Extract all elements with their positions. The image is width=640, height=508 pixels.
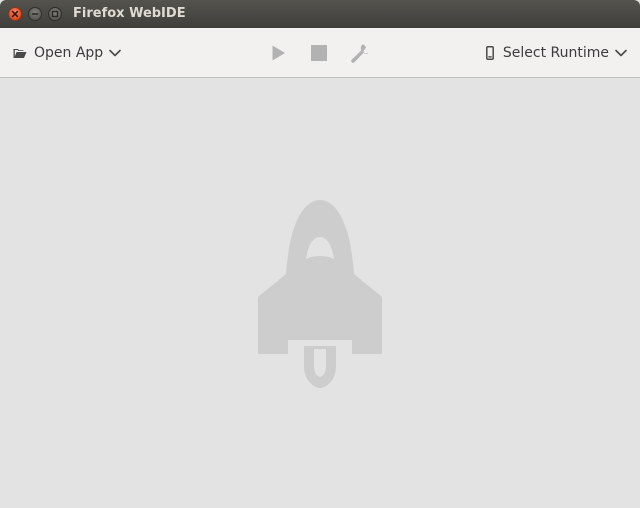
close-button[interactable] xyxy=(8,7,22,21)
play-icon xyxy=(272,45,285,61)
select-runtime-button[interactable]: Select Runtime xyxy=(485,43,627,63)
stop-icon xyxy=(311,45,327,61)
phone-icon xyxy=(485,46,494,60)
minimize-button[interactable] xyxy=(28,7,42,21)
chevron-down-icon xyxy=(615,49,627,57)
maximize-button[interactable] xyxy=(48,7,62,21)
toolbar: Open App Select Runtime xyxy=(0,28,640,78)
maximize-icon xyxy=(51,10,59,18)
chevron-down-icon xyxy=(109,49,122,57)
close-icon xyxy=(11,10,19,18)
window-title: Firefox WebIDE xyxy=(73,6,186,21)
main-content xyxy=(0,78,640,508)
title-bar[interactable]: Firefox WebIDE xyxy=(0,0,640,28)
open-app-label: Open App xyxy=(34,45,104,61)
select-runtime-label: Select Runtime xyxy=(502,45,609,61)
webide-window: Firefox WebIDE Open App Select Runtime xyxy=(0,0,640,508)
open-app-button[interactable]: Open App xyxy=(13,43,122,63)
rocket-icon xyxy=(258,200,382,388)
debug-button[interactable] xyxy=(348,41,372,65)
stop-button[interactable] xyxy=(307,41,331,65)
wrench-icon xyxy=(351,44,370,63)
minimize-icon xyxy=(31,13,39,15)
play-button[interactable] xyxy=(266,41,290,65)
folder-open-icon xyxy=(13,47,27,59)
